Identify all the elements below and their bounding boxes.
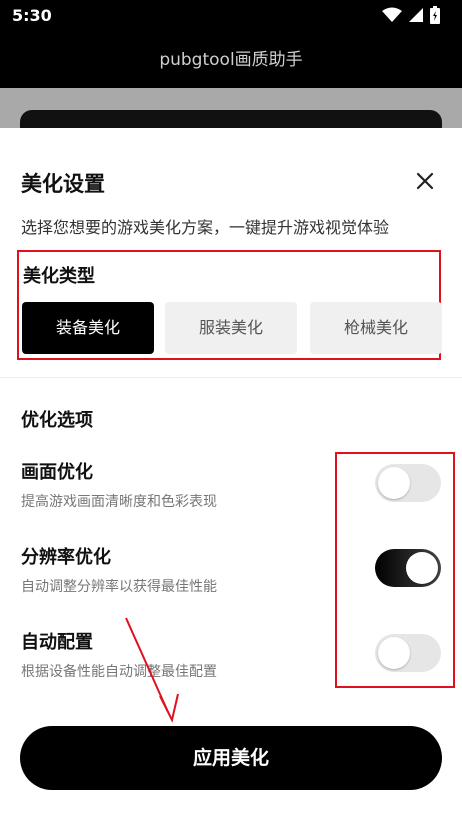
wifi-icon [382,7,402,23]
option-title-auto-config: 自动配置 [21,632,93,653]
battery-icon [430,6,440,24]
signal-icon [408,7,424,23]
status-icons [382,6,440,24]
beautify-settings-sheet: 美化设置 选择您想要的游戏美化方案，一键提升游戏视觉体验 美化类型 装备美化 服… [0,128,462,821]
beautify-type-section: 美化类型 装备美化 服装美化 枪械美化 [17,250,442,360]
option-desc-resolution: 自动调整分辨率以获得最佳性能 [21,579,217,595]
option-title-graphics: 画面优化 [21,462,93,483]
toggle-knob [406,552,438,584]
option-desc-graphics: 提高游戏画面清晰度和色彩表现 [21,494,217,510]
toggle-resolution[interactable] [375,549,441,587]
app-title: pubgtool画质助手 [159,50,303,70]
status-bar: 5:30 [0,0,462,32]
app-bar: pubgtool画质助手 [0,32,462,88]
toggle-knob [378,467,410,499]
section-divider [0,377,462,378]
sheet-title: 美化设置 [21,172,105,196]
toggle-knob [378,637,410,669]
apply-beautify-button[interactable]: 应用美化 [20,726,442,790]
sheet-subtitle: 选择您想要的游戏美化方案，一键提升游戏视觉体验 [21,218,390,237]
toggle-auto-config[interactable] [375,634,441,672]
close-icon [416,172,434,194]
toggle-graphics[interactable] [375,464,441,502]
close-button[interactable] [410,168,440,198]
type-option-clothing[interactable]: 服装美化 [165,302,297,354]
option-title-resolution: 分辨率优化 [21,547,111,568]
type-option-weapon[interactable]: 枪械美化 [310,302,442,354]
beautify-type-heading: 美化类型 [23,266,95,287]
status-time: 5:30 [12,6,52,25]
type-option-equipment[interactable]: 装备美化 [22,302,154,354]
red-arrow-icon [125,617,179,723]
optimization-heading: 优化选项 [21,410,93,431]
